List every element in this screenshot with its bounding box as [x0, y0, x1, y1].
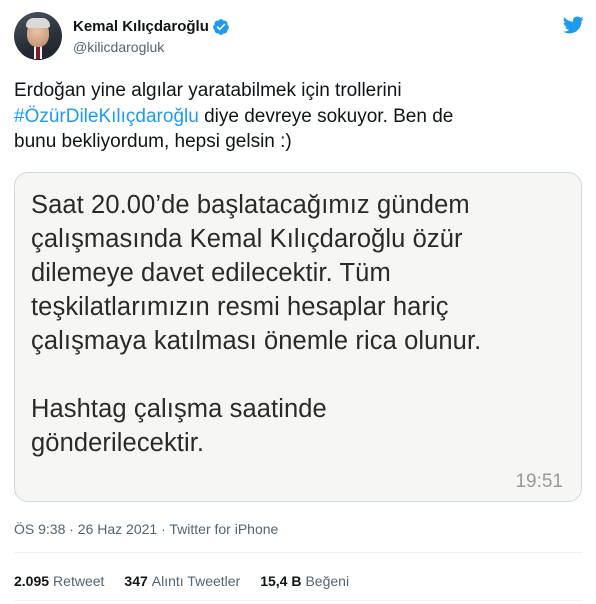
author-display-name[interactable]: Kemal Kılıçdaroğlu: [73, 18, 209, 35]
likes-count: 15,4 B: [260, 573, 302, 589]
quotes-label: Alıntı Tweetler: [151, 573, 241, 589]
name-row: Kemal Kılıçdaroğlu: [73, 18, 230, 36]
avatar-hair: [26, 18, 50, 28]
media-image[interactable]: Saat 20.00’de başlatacağımız gündem çalı…: [14, 172, 582, 502]
tweet-card: Kemal Kılıçdaroğlu @kilicdarogluk Erdoğa…: [0, 0, 596, 604]
likes-stat[interactable]: 15,4 B Beğeni: [260, 573, 349, 589]
twitter-bird-icon[interactable]: [562, 14, 584, 36]
tweet-text-line-3: bunu bekliyordum, hepsi gelsin :): [14, 131, 292, 152]
hashtag-link[interactable]: #ÖzürDileKılıçdaroğlu: [14, 106, 199, 127]
message-line: gönderilecektir.: [31, 429, 205, 457]
message-gap: [31, 358, 571, 392]
avatar-tie: [36, 47, 40, 59]
retweets-stat[interactable]: 2.095 Retweet: [14, 573, 104, 589]
tweet-text: Erdoğan yine algılar yaratabilmek için t…: [14, 78, 584, 155]
message-line: çalışmasında Kemal Kılıçdaroğlu özür: [31, 225, 463, 253]
tweet-text-line-1: Erdoğan yine algılar yaratabilmek için t…: [14, 80, 402, 101]
engagement-stats: 2.095 Retweet 347 Alıntı Tweetler 15,4 B…: [14, 573, 369, 589]
author-handle[interactable]: @kilicdarogluk: [73, 39, 230, 55]
author-info: Kemal Kılıçdaroğlu @kilicdarogluk: [73, 18, 230, 55]
tweet-timestamp[interactable]: ÖS 9:38 · 26 Haz 2021 · Twitter for iPho…: [14, 521, 278, 537]
quotes-count: 347: [124, 573, 148, 589]
retweets-label: Retweet: [53, 573, 105, 589]
tweet-header: Kemal Kılıçdaroğlu @kilicdarogluk: [14, 10, 584, 62]
tweet-text-line-2: diye devreye sokuyor. Ben de: [198, 105, 454, 127]
avatar[interactable]: [14, 12, 62, 60]
message-line: teşkilatlarımızın resmi hesaplar hariç: [31, 293, 449, 321]
quotes-stat[interactable]: 347 Alıntı Tweetler: [124, 573, 240, 589]
message-line: dilemeye davet edilecektir. Tüm: [31, 259, 391, 287]
verified-badge-icon: [212, 18, 229, 35]
divider: [14, 600, 582, 601]
message-line: Hashtag çalışma saatinde: [31, 395, 327, 423]
message-line: Saat 20.00’de başlatacağımız gündem: [31, 191, 470, 219]
likes-label: Beğeni: [305, 573, 350, 589]
divider: [14, 552, 582, 553]
message-line: çalışmaya katılması önemle rica olunur.: [31, 327, 482, 355]
retweets-count: 2.095: [14, 573, 50, 589]
message-time: 19:51: [515, 471, 563, 492]
message-body: Saat 20.00’de başlatacağımız gündem çalı…: [31, 188, 571, 460]
